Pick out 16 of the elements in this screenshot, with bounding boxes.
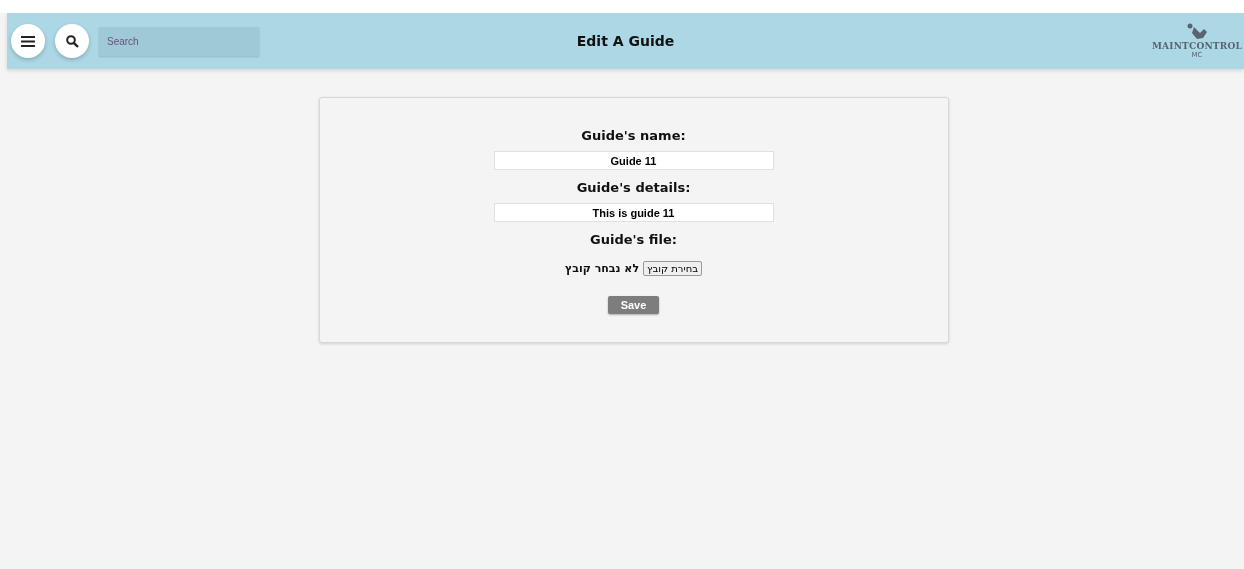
- search-field[interactable]: Search: [99, 26, 259, 56]
- page-title: Edit A Guide: [576, 33, 675, 49]
- menu-icon: [21, 35, 35, 47]
- input-field[interactable]: This is guide 11: [493, 203, 774, 222]
- field-label: Guide's name:: [581, 128, 686, 143]
- input-field[interactable]: Guide 11: [493, 151, 774, 170]
- field-label: Guide's file:: [590, 232, 677, 247]
- wrench-logo-icon: [1185, 23, 1208, 41]
- menu-button[interactable]: [11, 24, 45, 58]
- search-button[interactable]: [55, 24, 89, 58]
- logo-name: MAINTCONTROL: [1151, 41, 1242, 51]
- save-button[interactable]: Save: [607, 296, 660, 314]
- choose-file-button[interactable]: בחירת קובץ: [643, 261, 702, 276]
- search-icon: [65, 34, 79, 48]
- field-label: Guide's details:: [576, 180, 691, 195]
- file-status: לא נבחר קובץ: [565, 262, 640, 275]
